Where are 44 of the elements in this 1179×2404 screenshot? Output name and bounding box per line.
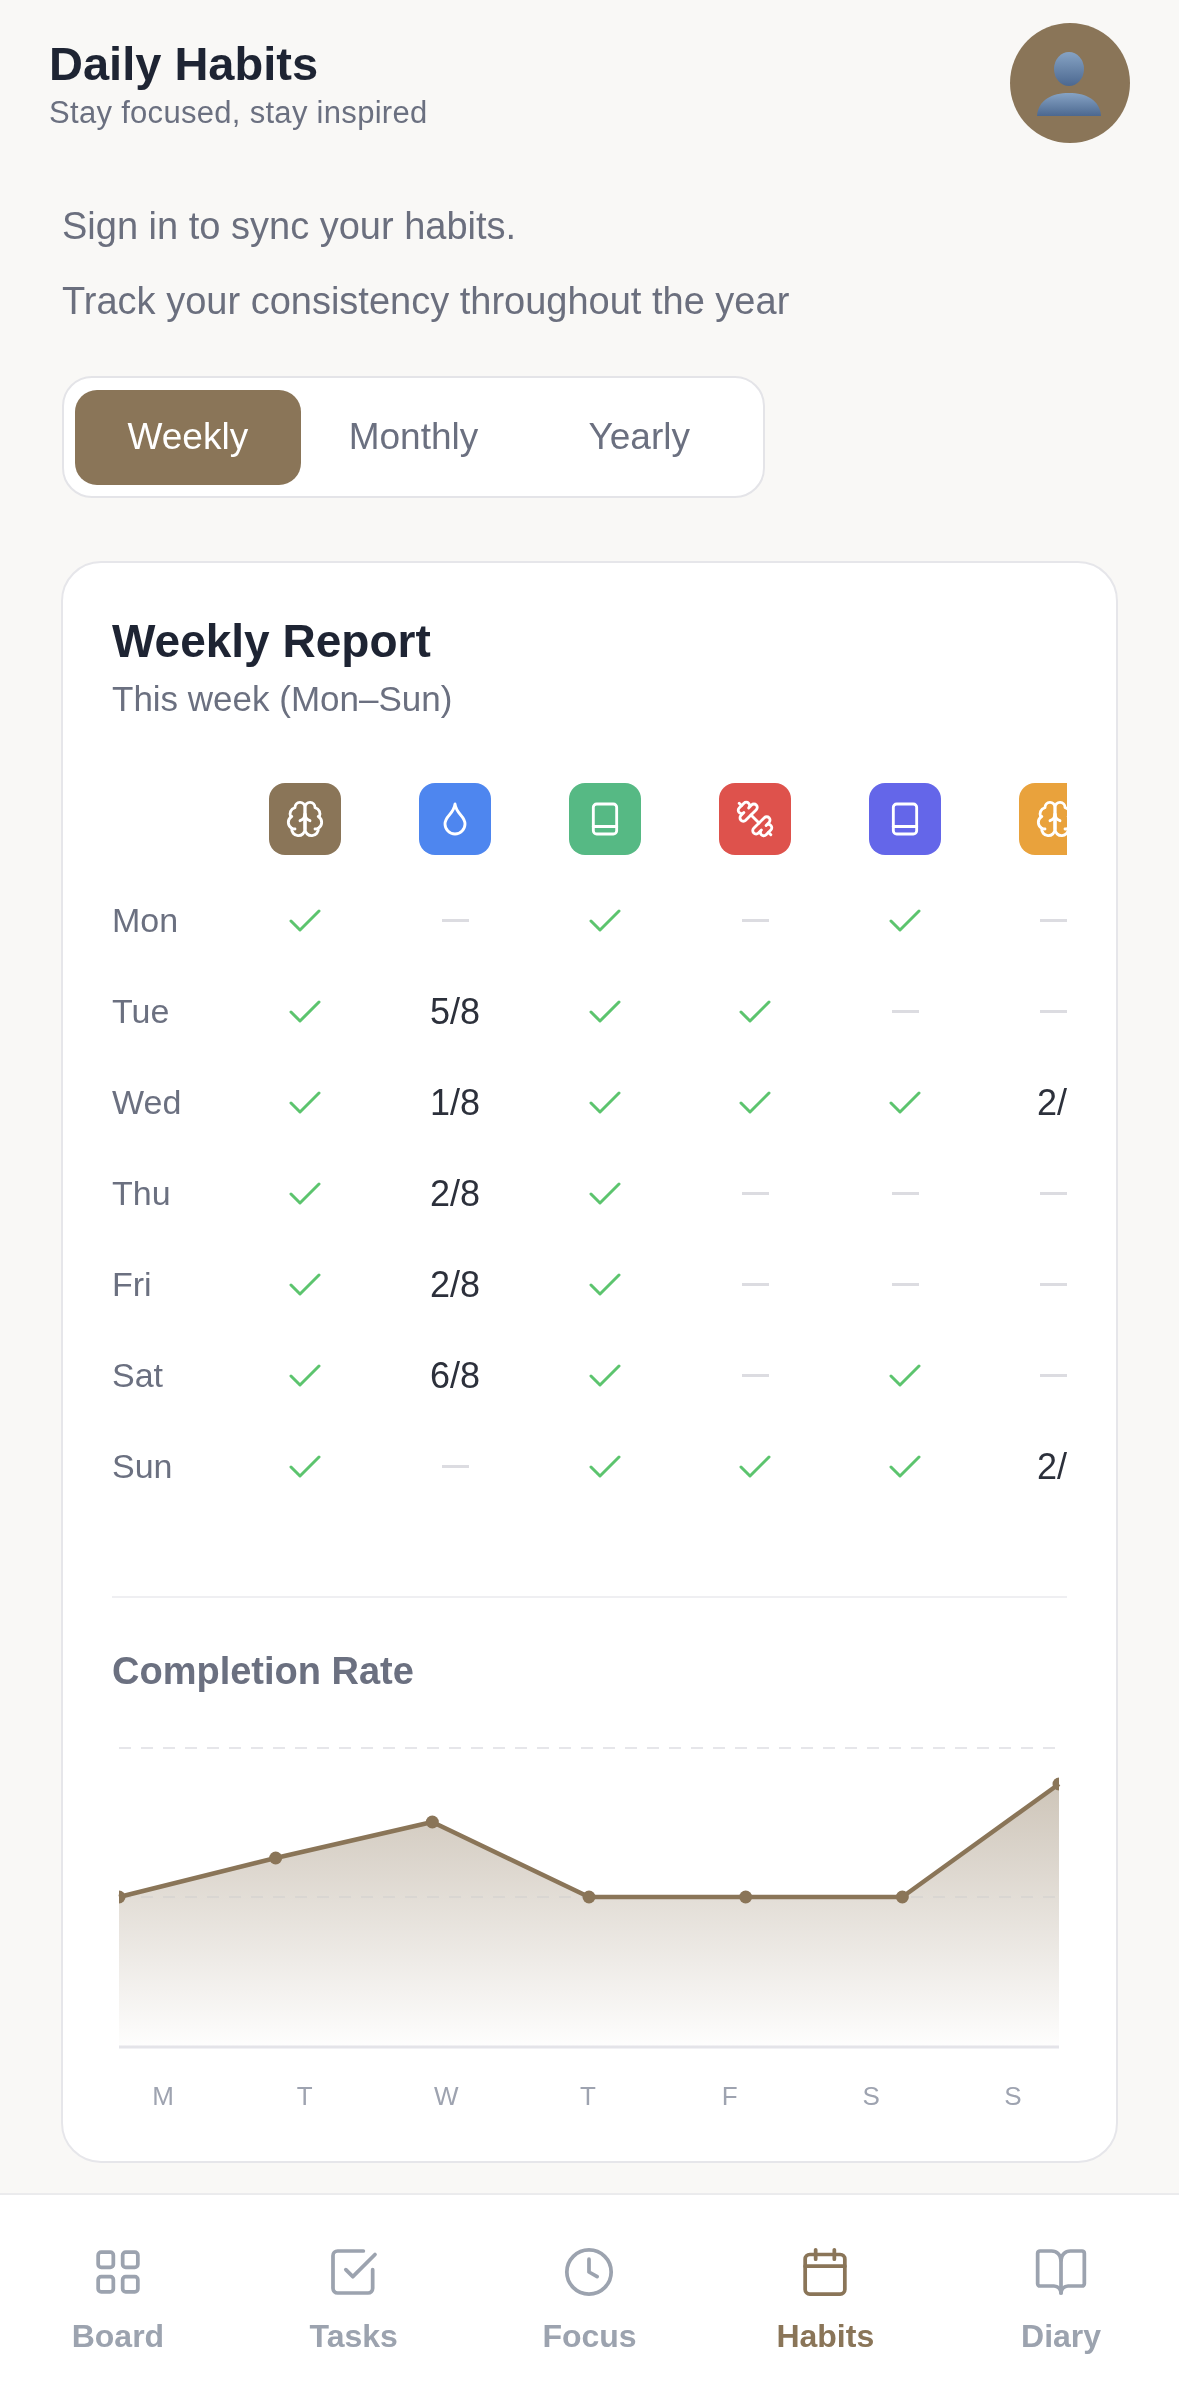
report-title: Weekly Report xyxy=(112,614,432,669)
day-label: Thu xyxy=(112,1173,172,1214)
period-tab[interactable]: Monthly xyxy=(300,389,527,485)
day-label: Mon xyxy=(112,900,180,941)
chart-point xyxy=(425,1815,439,1829)
axis-label: S xyxy=(1004,2081,1022,2112)
report-subtitle: This week (Mon–Sun) xyxy=(112,678,454,720)
axis-label: M xyxy=(152,2081,174,2112)
chart-point xyxy=(1052,1777,1059,1791)
tagline: Track your consistency throughout the year xyxy=(62,279,790,324)
chart-title: Completion Rate xyxy=(112,1649,415,1694)
period-tab[interactable]: Yearly xyxy=(526,389,752,485)
progress-count: 2/ xyxy=(1036,1081,1067,1124)
day-label: Sun xyxy=(112,1446,174,1487)
axis-label: T xyxy=(296,2081,313,2112)
day-label: Tue xyxy=(112,991,171,1032)
chart-point xyxy=(582,1890,596,1904)
nav-tab[interactable]: Board xyxy=(71,2244,165,2355)
chart-point xyxy=(269,1851,283,1865)
avatar-icon[interactable] xyxy=(1010,23,1130,143)
progress-count: 2/ xyxy=(1036,1445,1067,1488)
nav-tab[interactable]: Tasks xyxy=(309,2244,398,2355)
progress-count: 1/8 xyxy=(429,1081,480,1124)
day-label: Sat xyxy=(112,1355,165,1396)
day-label: Wed xyxy=(112,1082,183,1123)
progress-count: 5/8 xyxy=(429,990,480,1033)
chart-point xyxy=(739,1890,753,1904)
axis-label: S xyxy=(862,2081,880,2112)
nav-tab[interactable]: Diary xyxy=(1021,2244,1102,2355)
nav-tab[interactable]: Habits xyxy=(776,2244,875,2355)
progress-count: 6/8 xyxy=(429,1354,480,1397)
app-title: Daily Habits xyxy=(49,38,320,90)
progress-count: 2/8 xyxy=(429,1172,480,1215)
nav-tab[interactable]: Focus xyxy=(542,2244,637,2355)
axis-label: F xyxy=(721,2081,738,2112)
axis-label: W xyxy=(434,2081,459,2112)
progress-count: 2/8 xyxy=(429,1263,480,1306)
period-tab[interactable]: Weekly xyxy=(75,389,301,485)
axis-label: T xyxy=(580,2081,596,2112)
app-subtitle: Stay focused, stay inspired xyxy=(49,96,428,130)
sign-in-note: Sign in to sync your habits. xyxy=(62,204,517,249)
day-label: Fri xyxy=(112,1264,153,1305)
chart-point xyxy=(895,1890,909,1904)
chart-point xyxy=(119,1890,126,1904)
